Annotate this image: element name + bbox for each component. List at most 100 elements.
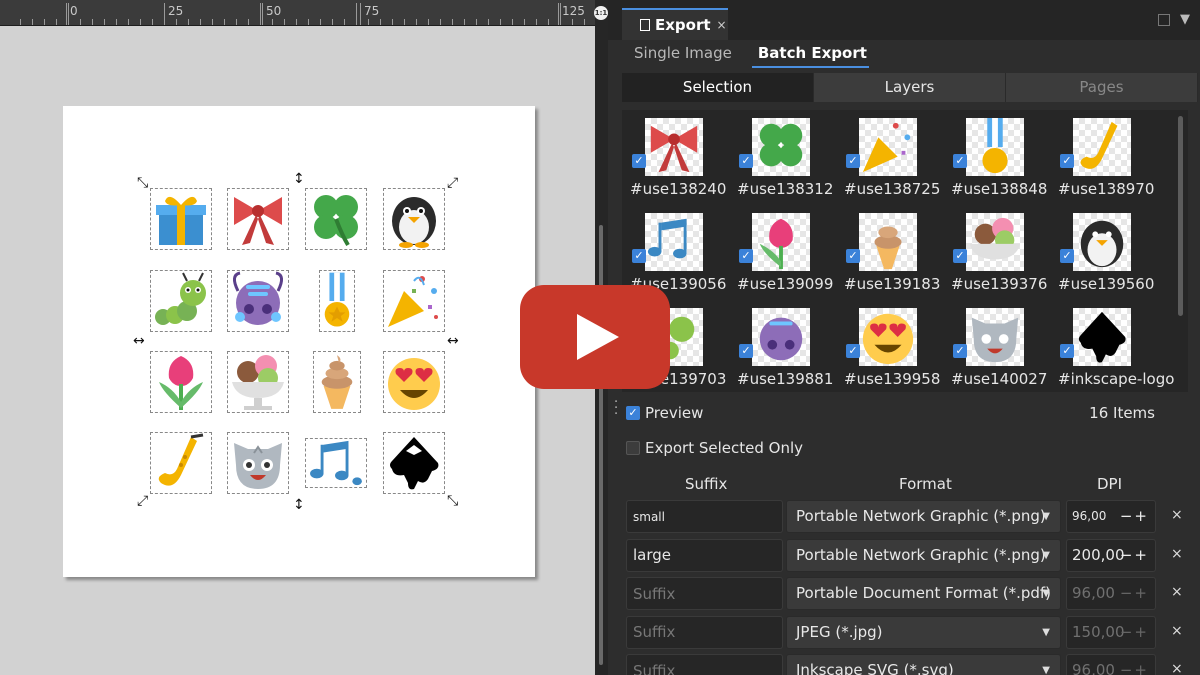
video-play-button[interactable] bbox=[520, 285, 670, 389]
thumbnail-item[interactable]: ✓ #use139183 bbox=[844, 205, 950, 297]
format-value: JPEG (*.jpg) bbox=[796, 622, 883, 641]
checkbox-checked-icon[interactable]: ✓ bbox=[1060, 249, 1074, 263]
checkbox-checked-icon[interactable]: ✓ bbox=[626, 406, 640, 420]
checkbox-checked-icon[interactable]: ✓ bbox=[846, 344, 860, 358]
ruler-tick bbox=[512, 19, 513, 25]
thumbnail-scrollbar[interactable] bbox=[1174, 110, 1188, 392]
ruler-tick bbox=[224, 19, 225, 25]
format-dropdown[interactable]: Portable Document Format (*.pdf) ▼ bbox=[786, 577, 1061, 610]
plus-minus-icon[interactable]: −+ bbox=[1120, 540, 1149, 571]
gift-icon[interactable] bbox=[150, 188, 212, 250]
tab-selection[interactable]: Selection bbox=[622, 73, 814, 102]
checkbox-checked-icon[interactable]: ✓ bbox=[953, 344, 967, 358]
document-page[interactable]: ⤡ ↕ ⤢ ↔ ↔ ⤢ ↕ ⤡ bbox=[63, 106, 535, 577]
ribbon-bow-icon[interactable] bbox=[227, 188, 289, 250]
resize-handle-bottom[interactable]: ↕ bbox=[293, 498, 305, 512]
thumbnail-item[interactable]: ✓ #use138725 bbox=[844, 110, 950, 202]
checkbox-checked-icon[interactable]: ✓ bbox=[1060, 154, 1074, 168]
thumbnail-item[interactable]: ✓ #use140027 bbox=[951, 300, 1057, 392]
medal-icon[interactable] bbox=[319, 270, 355, 332]
chevron-down-icon[interactable]: ▼ bbox=[1180, 12, 1190, 27]
dock-float-icon[interactable] bbox=[1158, 14, 1170, 26]
export-selected-only-toggle[interactable]: Export Selected Only bbox=[626, 439, 803, 457]
close-icon[interactable]: × bbox=[717, 18, 727, 32]
soft-ice-cream-icon[interactable] bbox=[313, 351, 361, 413]
resize-handle-right[interactable]: ↔ bbox=[447, 334, 459, 348]
tulip-icon[interactable] bbox=[150, 351, 212, 413]
format-dropdown[interactable]: Portable Network Graphic (*.png) ▼ bbox=[786, 500, 1061, 533]
music-notes-icon[interactable] bbox=[305, 438, 367, 488]
thumbnail-item[interactable]: ✓ #use138848 bbox=[951, 110, 1057, 202]
remove-row-icon[interactable]: × bbox=[1171, 584, 1183, 600]
remove-row-icon[interactable]: × bbox=[1171, 546, 1183, 562]
checkbox-checked-icon[interactable]: ✓ bbox=[632, 154, 646, 168]
four-leaf-clover-icon[interactable] bbox=[305, 188, 367, 250]
plus-minus-icon[interactable]: −+ bbox=[1120, 578, 1149, 609]
plus-minus-icon[interactable]: −+ bbox=[1120, 501, 1149, 532]
tab-batch-export[interactable]: Batch Export bbox=[751, 42, 869, 68]
canvas-area[interactable]: 0 25 50 75 125 ⤡ ↕ ⤢ ↔ ↔ ⤢ ↕ ⤡ bbox=[0, 0, 595, 675]
tab-single-image[interactable]: Single Image bbox=[628, 42, 734, 68]
cat-face-icon[interactable] bbox=[227, 432, 289, 494]
format-dropdown[interactable]: Portable Network Graphic (*.png) ▼ bbox=[786, 538, 1061, 572]
zoom-correction-icon[interactable]: 1:1 bbox=[594, 6, 608, 20]
suffix-input[interactable] bbox=[626, 654, 783, 675]
beetle-monster-icon[interactable] bbox=[227, 270, 289, 332]
thumbnail-item[interactable]: ✓ #use139376 bbox=[951, 205, 1057, 297]
resize-handle-top-right[interactable]: ⤢ bbox=[447, 176, 458, 190]
checkbox-checked-icon[interactable]: ✓ bbox=[739, 344, 753, 358]
suffix-input[interactable] bbox=[626, 538, 783, 572]
tab-layers[interactable]: Layers bbox=[814, 73, 1006, 102]
resize-handle-top-left[interactable]: ⤡ bbox=[137, 176, 148, 190]
dpi-spinner[interactable]: 200,00 −+ bbox=[1066, 538, 1156, 572]
checkbox-checked-icon[interactable]: ✓ bbox=[632, 249, 646, 263]
thumbnail-item[interactable]: ✓ #use139958 bbox=[844, 300, 950, 392]
plus-minus-icon[interactable]: −+ bbox=[1120, 655, 1149, 675]
ruler-tick bbox=[248, 19, 249, 25]
plus-minus-icon[interactable]: −+ bbox=[1120, 617, 1149, 648]
remove-row-icon[interactable]: × bbox=[1171, 507, 1183, 523]
resize-handle-left[interactable]: ↔ bbox=[133, 334, 145, 348]
thumbnail-item[interactable]: ✓ #use139881 bbox=[737, 300, 843, 392]
resize-handle-top[interactable]: ↕ bbox=[293, 172, 305, 186]
thumbnail-item[interactable]: ✓ #use138312 bbox=[737, 110, 843, 202]
remove-row-icon[interactable]: × bbox=[1171, 661, 1183, 675]
dock-tab-export[interactable]: Export × bbox=[622, 8, 728, 40]
caterpillar-icon[interactable] bbox=[150, 270, 212, 332]
checkbox-checked-icon[interactable]: ✓ bbox=[953, 154, 967, 168]
thumbnail-item[interactable]: ✓ #use139056 bbox=[630, 205, 736, 297]
resize-handle-bottom-right[interactable]: ⤡ bbox=[447, 494, 458, 508]
party-popper-icon[interactable] bbox=[383, 270, 445, 332]
checkbox-checked-icon[interactable]: ✓ bbox=[1060, 344, 1074, 358]
thumbnail-item[interactable]: ✓ #use138970 bbox=[1058, 110, 1164, 202]
resize-handle-bottom-left[interactable]: ⤢ bbox=[137, 494, 148, 508]
preview-toggle[interactable]: ✓ Preview bbox=[626, 404, 703, 422]
thumbnail-item[interactable]: ✓ #use139560 bbox=[1058, 205, 1164, 297]
checkbox-checked-icon[interactable]: ✓ bbox=[739, 249, 753, 263]
format-dropdown[interactable]: JPEG (*.jpg) ▼ bbox=[786, 615, 1061, 649]
checkbox-checked-icon[interactable]: ✓ bbox=[953, 249, 967, 263]
dpi-spinner[interactable]: 96,00 −+ bbox=[1066, 577, 1156, 610]
remove-row-icon[interactable]: × bbox=[1171, 623, 1183, 639]
thumbnail-item[interactable]: ✓ #inkscape-logo bbox=[1058, 300, 1174, 392]
penguin-icon[interactable] bbox=[383, 188, 445, 250]
checkbox-checked-icon[interactable]: ✓ bbox=[739, 154, 753, 168]
heart-eyes-face-icon[interactable] bbox=[383, 351, 445, 413]
tab-pages[interactable]: Pages bbox=[1006, 73, 1198, 102]
checkbox-checked-icon[interactable]: ✓ bbox=[846, 249, 860, 263]
suffix-input[interactable] bbox=[626, 577, 783, 610]
inkscape-logo-icon[interactable] bbox=[383, 432, 445, 494]
thumbnail-item[interactable]: ✓ #use138240 bbox=[630, 110, 736, 202]
checkbox-unchecked-icon[interactable] bbox=[626, 441, 640, 455]
ice-cream-bowl-icon[interactable] bbox=[227, 351, 289, 413]
suffix-input[interactable] bbox=[626, 615, 783, 649]
checkbox-checked-icon[interactable]: ✓ bbox=[846, 154, 860, 168]
panel-grip-icon[interactable]: · · · bbox=[614, 396, 618, 421]
saxophone-icon[interactable] bbox=[150, 432, 212, 494]
format-dropdown[interactable]: Inkscape SVG (*.svg) ▼ bbox=[786, 654, 1061, 675]
suffix-input[interactable] bbox=[626, 500, 783, 533]
dpi-spinner[interactable]: 96,00 −+ bbox=[1066, 500, 1156, 533]
dpi-spinner[interactable]: 96,00 −+ bbox=[1066, 654, 1156, 675]
dpi-spinner[interactable]: 150,00 −+ bbox=[1066, 615, 1156, 649]
thumbnail-item[interactable]: ✓ #use139099 bbox=[737, 205, 843, 297]
